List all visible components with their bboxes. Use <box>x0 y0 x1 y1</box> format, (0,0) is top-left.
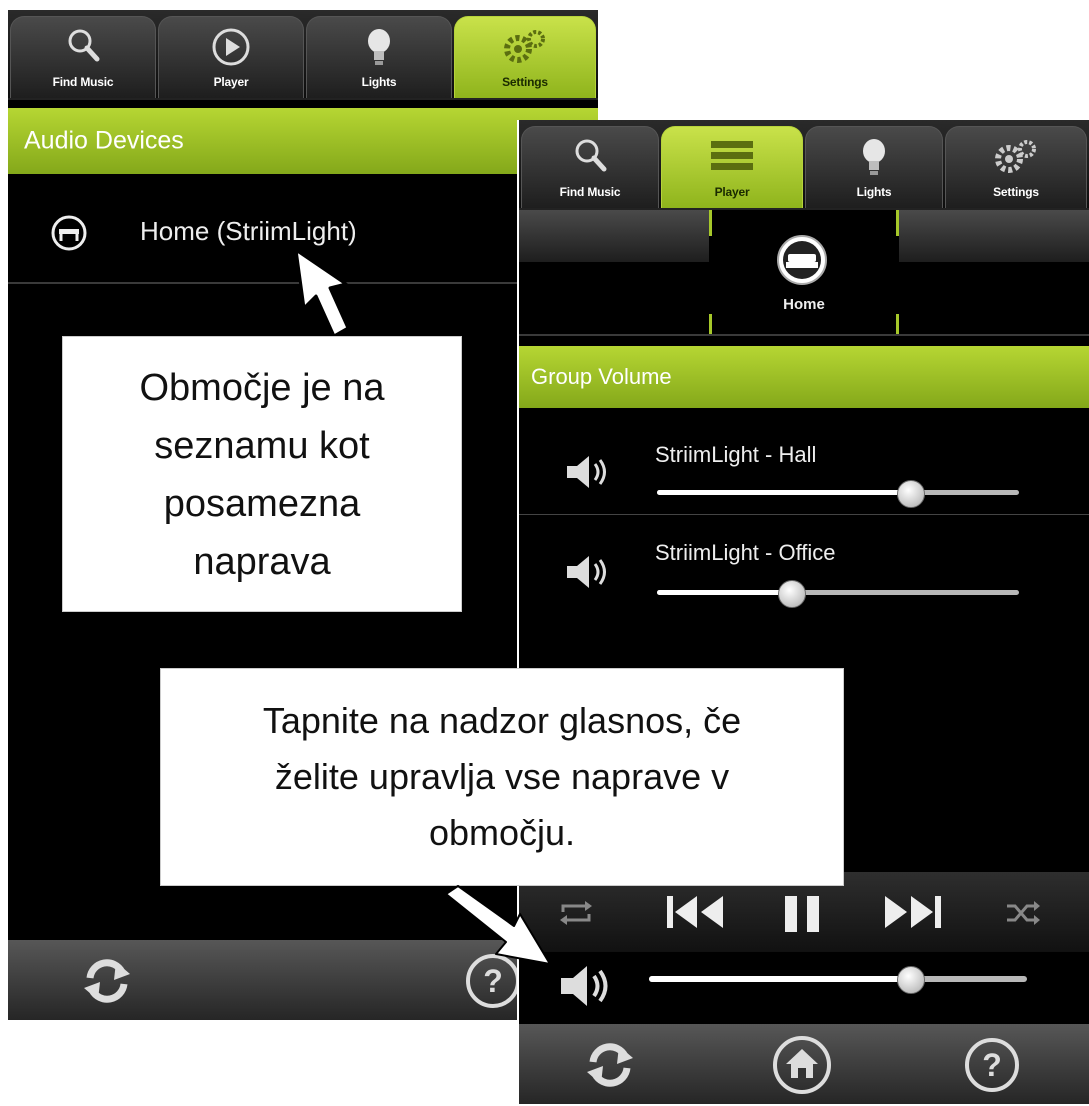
gears-icon <box>995 140 1036 173</box>
divider <box>519 334 1089 336</box>
volume-fill <box>657 490 911 495</box>
tab-label: Find Music <box>559 185 621 199</box>
help-icon[interactable]: ? <box>963 1036 1021 1094</box>
tab-label: Settings <box>993 185 1039 199</box>
device-volume-row: StriimLight - Hall <box>519 416 1089 514</box>
zone-selector[interactable]: Home <box>709 210 899 334</box>
shuffle-icon[interactable] <box>1005 900 1041 926</box>
device-name: StriimLight - Hall <box>655 442 817 467</box>
callout-group-volume: Tapnite na nadzor glasnos, če želite upr… <box>160 668 844 886</box>
tab-find-music[interactable]: Find Music <box>10 16 156 98</box>
search-icon <box>68 29 100 62</box>
tab-label: Find Music <box>52 75 114 89</box>
speaker-icon[interactable] <box>565 454 611 490</box>
tab-label: Lights <box>856 185 892 199</box>
next-icon[interactable] <box>881 892 943 932</box>
tab-bar: Find Music Player Lights Settings <box>519 120 1089 210</box>
search-icon <box>575 139 607 172</box>
list-icon <box>711 141 753 170</box>
refresh-icon[interactable] <box>581 1036 639 1094</box>
callout-line: želite upravlja vse naprave v <box>274 756 730 797</box>
divider <box>519 514 1089 515</box>
volume-fill <box>649 976 910 982</box>
volume-fill <box>657 590 791 595</box>
tab-label: Player <box>213 75 249 89</box>
previous-icon[interactable] <box>665 892 727 932</box>
tab-settings[interactable]: Settings <box>454 16 596 98</box>
section-header: Audio Devices <box>8 108 598 174</box>
callout-line: seznamu kot <box>154 425 370 467</box>
tab-label: Lights <box>361 75 397 89</box>
volume-slider[interactable] <box>657 479 1019 508</box>
tab-label: Settings <box>502 75 548 89</box>
bottom-bar: ? <box>519 1024 1089 1104</box>
player-screen: Find Music Player Lights Settings Home G… <box>517 120 1089 1104</box>
tab-find-music[interactable]: Find Music <box>521 126 659 208</box>
volume-knob[interactable] <box>897 479 926 508</box>
volume-slider[interactable] <box>657 579 1019 608</box>
master-volume-slider[interactable] <box>649 966 1027 994</box>
tab-settings[interactable]: Settings <box>945 126 1087 208</box>
speaker-icon[interactable] <box>565 554 611 590</box>
callout-line: Območje je na <box>139 367 385 409</box>
arrow-pointer-icon <box>445 885 551 965</box>
tab-lights[interactable]: Lights <box>805 126 943 208</box>
volume-knob[interactable] <box>777 579 806 608</box>
master-volume-row <box>519 952 1089 1022</box>
speaker-icon[interactable] <box>559 964 613 1008</box>
zone-label: Home <box>783 296 825 313</box>
section-header: Group Volume <box>519 346 1089 408</box>
device-label: Home (StriimLight) <box>140 216 357 246</box>
volume-knob[interactable] <box>896 966 925 994</box>
callout-line: posamezna <box>163 483 361 525</box>
lightbulb-icon <box>863 139 885 175</box>
lightbulb-icon <box>368 29 390 65</box>
callout-line: območju. <box>428 812 576 853</box>
section-title: Group Volume <box>531 364 672 389</box>
tab-player[interactable]: Player <box>158 16 304 98</box>
tab-player[interactable]: Player <box>661 126 803 208</box>
device-name: StriimLight - Office <box>655 540 836 565</box>
tab-lights[interactable]: Lights <box>306 16 452 98</box>
home-icon[interactable] <box>771 1034 833 1096</box>
device-volume-row: StriimLight - Office <box>519 516 1089 614</box>
gears-icon <box>504 30 545 63</box>
pause-icon[interactable] <box>781 892 825 936</box>
section-title: Audio Devices <box>24 126 184 155</box>
arrow-pointer-icon <box>294 248 350 338</box>
callout-device-listing: Območje je na seznamu kot posamezna napr… <box>62 336 462 612</box>
svg-text:?: ? <box>982 1047 1002 1083</box>
sofa-icon <box>777 235 827 285</box>
tab-bar: Find Music Player Lights Settings <box>8 10 598 100</box>
refresh-icon[interactable] <box>78 952 136 1010</box>
tab-label: Player <box>714 185 750 199</box>
repeat-icon[interactable] <box>559 900 593 926</box>
callout-line: naprava <box>193 541 331 583</box>
callout-line: Tapnite na nadzor glasnos, če <box>262 700 742 741</box>
play-icon <box>212 28 250 66</box>
sofa-icon <box>51 215 87 251</box>
